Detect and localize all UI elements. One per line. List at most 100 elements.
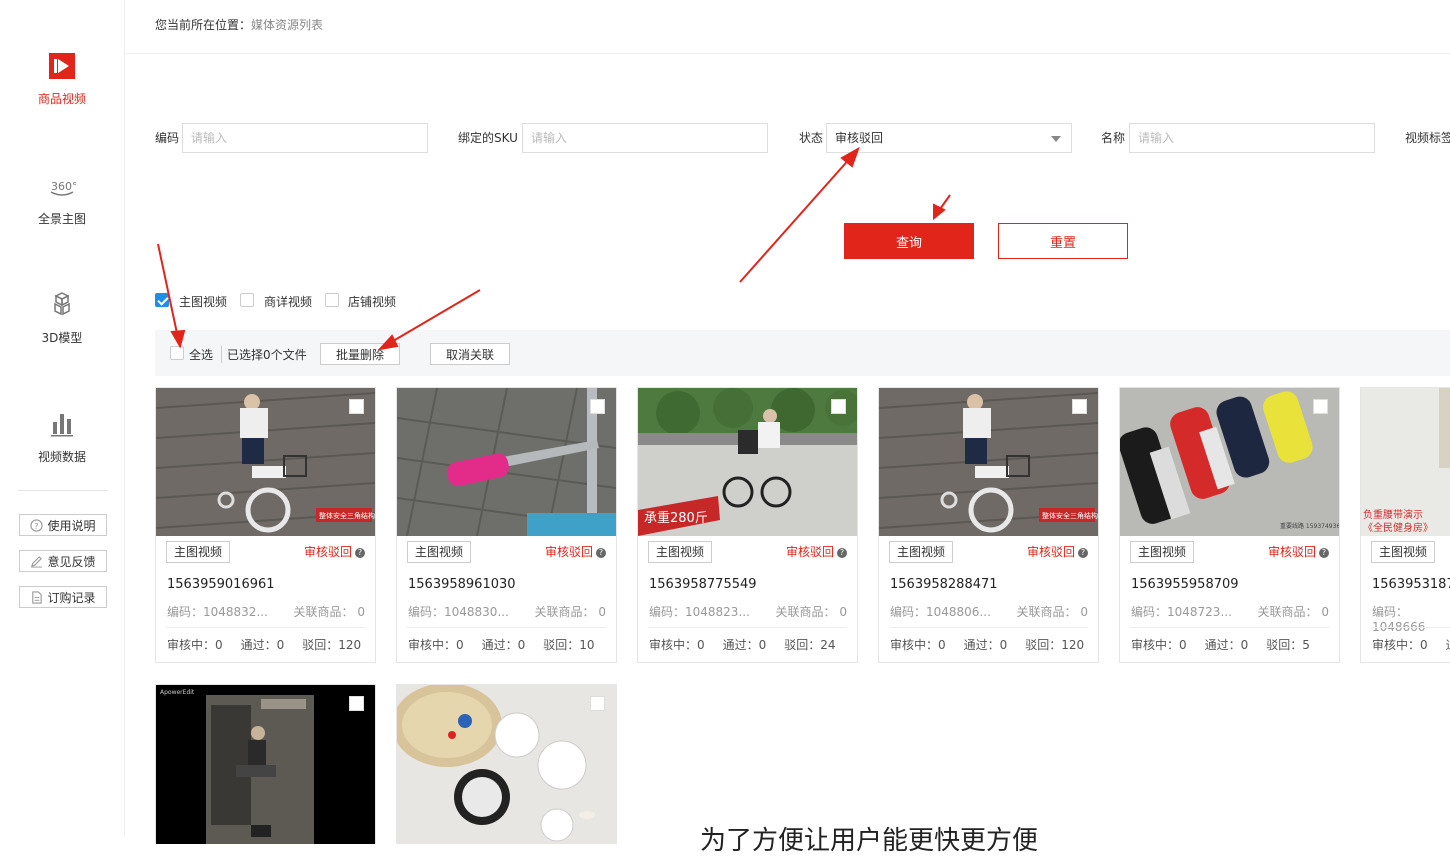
cubes-3d-icon bbox=[54, 292, 70, 316]
detail-video-label: 商详视频 bbox=[264, 295, 313, 309]
video-thumbnail[interactable]: ApowerEdit bbox=[156, 685, 375, 844]
status-filter-label: 状态 bbox=[799, 131, 824, 145]
related-products: 关联商品： 0 bbox=[534, 605, 606, 619]
video-card[interactable]: 重要线路 15937493697 主图视频 审核驳回? 156395595870… bbox=[1119, 387, 1340, 663]
sidebar-item-label: 全景主图 bbox=[37, 212, 86, 226]
order-records-button[interactable]: 订购记录 bbox=[19, 586, 107, 608]
video-id: 1563959016961 bbox=[167, 577, 275, 592]
select-all-label: 全选 bbox=[189, 348, 214, 362]
video-play-icon bbox=[49, 53, 75, 79]
video-thumbnail[interactable] bbox=[397, 685, 616, 844]
video-thumbnail[interactable]: 承重280斤 bbox=[638, 388, 857, 536]
code-filter-label: 编码 bbox=[155, 131, 180, 145]
video-code: 编码：1048666 bbox=[1372, 605, 1426, 634]
main-video-label: 主图视频 bbox=[179, 295, 228, 309]
sidebar-item-panorama[interactable]: 360° 全景主图 bbox=[0, 172, 124, 227]
review-stats: 审核中：0 通过 bbox=[1372, 638, 1450, 652]
bar-chart-icon bbox=[51, 414, 73, 437]
card-checkbox[interactable] bbox=[349, 696, 364, 711]
status-badge: 审核驳回? bbox=[1268, 543, 1329, 560]
related-products: 关联商品： 0 bbox=[775, 605, 847, 619]
overlay-caption: 为了方便让用户能更快更方便 bbox=[700, 826, 1039, 856]
help-icon[interactable]: ? bbox=[1078, 548, 1088, 558]
review-stats: 审核中：0 通过：0 驳回：5 bbox=[1131, 638, 1310, 652]
document-icon bbox=[32, 590, 43, 604]
video-id: 1563958775549 bbox=[649, 577, 757, 592]
video-code: 编码：1048806... bbox=[890, 605, 991, 619]
detail-video-checkbox[interactable] bbox=[240, 293, 254, 307]
video-card[interactable]: 承重280斤 主图视频 审核驳回? 1563958775549 编码：10488… bbox=[637, 387, 858, 663]
cancel-link-button[interactable]: 取消关联 bbox=[430, 343, 510, 365]
card-checkbox[interactable] bbox=[1072, 399, 1087, 414]
review-stats: 审核中：0 通过：0 驳回：24 bbox=[649, 638, 836, 652]
svg-text:整体安全三角结构: 整体安全三角结构 bbox=[1042, 511, 1098, 520]
name-filter-label: 名称 bbox=[1101, 131, 1126, 145]
status-badge: 审核驳回? bbox=[545, 543, 606, 560]
card-checkbox[interactable] bbox=[349, 399, 364, 414]
svg-text:整体安全三角结构: 整体安全三角结构 bbox=[319, 511, 375, 520]
sidebar-item-product-video[interactable]: 商品视频 bbox=[0, 52, 124, 107]
usage-guide-button[interactable]: ? 使用说明 bbox=[19, 514, 107, 536]
pencil-icon bbox=[31, 555, 43, 568]
video-id: 1563958288471 bbox=[890, 577, 998, 592]
name-input[interactable]: 请输入 bbox=[1129, 123, 1375, 153]
help-circle-icon: ? bbox=[30, 518, 44, 532]
select-all-checkbox[interactable] bbox=[170, 346, 184, 360]
video-card[interactable]: 主图视频 审核驳回? 1563958961030 编码：1048830... 关… bbox=[396, 387, 617, 663]
video-id: 15639531870 bbox=[1372, 577, 1450, 592]
reset-button[interactable]: 重置 bbox=[998, 223, 1128, 259]
svg-text:负重腰带演示: 负重腰带演示 bbox=[1363, 508, 1423, 521]
video-code: 编码：1048832... bbox=[167, 605, 268, 619]
sidebar-item-label: 商品视频 bbox=[37, 92, 86, 106]
svg-text:ApowerEdit: ApowerEdit bbox=[160, 689, 195, 696]
video-thumbnail[interactable] bbox=[397, 388, 616, 536]
header-divider bbox=[125, 53, 1450, 54]
related-products: 关联商品： 0 bbox=[293, 605, 365, 619]
tag-filter-label: 视频标签 bbox=[1405, 131, 1450, 145]
video-type-tag: 主图视频 bbox=[1371, 541, 1436, 563]
video-type-tag: 主图视频 bbox=[889, 541, 954, 563]
sidebar-item-3d-model[interactable]: 3D模型 bbox=[0, 291, 124, 346]
video-thumbnail[interactable]: 整体安全三角结构 bbox=[879, 388, 1098, 536]
card-checkbox[interactable] bbox=[590, 696, 605, 711]
status-badge: 审核驳回? bbox=[1027, 543, 1088, 560]
main-video-checkbox[interactable] bbox=[155, 293, 169, 307]
video-card[interactable]: 负重腰带演示 《全民健身房》 主图视频 15639531870 编码：10486… bbox=[1360, 387, 1450, 663]
video-card[interactable] bbox=[396, 684, 617, 844]
video-code: 编码：1048823... bbox=[649, 605, 750, 619]
video-card[interactable]: ApowerEdit bbox=[155, 684, 376, 844]
video-thumbnail[interactable]: 整体安全三角结构 bbox=[156, 388, 375, 536]
help-icon[interactable]: ? bbox=[837, 548, 847, 558]
breadcrumb: 您当前所在位置：媒体资源列表 bbox=[155, 18, 324, 32]
svg-text:360°: 360° bbox=[51, 180, 76, 193]
code-input[interactable]: 请输入 bbox=[182, 123, 428, 153]
review-stats: 审核中：0 通过：0 驳回：120 bbox=[890, 638, 1085, 652]
status-select[interactable]: 审核驳回 bbox=[826, 123, 1072, 153]
card-checkbox[interactable] bbox=[1313, 399, 1328, 414]
shop-video-checkbox[interactable] bbox=[325, 293, 339, 307]
help-icon[interactable]: ? bbox=[596, 548, 606, 558]
video-card[interactable]: 整体安全三角结构 主图视频 审核驳回? 1563958288471 编码：104… bbox=[878, 387, 1099, 663]
video-id: 1563955958709 bbox=[1131, 577, 1239, 592]
video-card[interactable]: 整体安全三角结构 主图视频 审核驳回? 1563959016961 编码：104… bbox=[155, 387, 376, 663]
video-type-tag: 主图视频 bbox=[407, 541, 472, 563]
sidebar-item-video-data[interactable]: 视频数据 bbox=[0, 410, 124, 465]
video-type-tag: 主图视频 bbox=[166, 541, 231, 563]
sidebar-divider bbox=[18, 490, 108, 491]
sidebar-item-label: 视频数据 bbox=[37, 450, 86, 464]
video-thumbnail[interactable]: 重要线路 15937493697 bbox=[1120, 388, 1339, 536]
svg-text:?: ? bbox=[35, 520, 39, 530]
batch-delete-button[interactable]: 批量删除 bbox=[320, 343, 400, 365]
sku-input[interactable]: 请输入 bbox=[522, 123, 768, 153]
feedback-button[interactable]: 意见反馈 bbox=[19, 550, 107, 572]
sku-filter-label: 绑定的SKU bbox=[458, 131, 518, 145]
card-checkbox[interactable] bbox=[590, 399, 605, 414]
help-icon[interactable]: ? bbox=[355, 548, 365, 558]
card-checkbox[interactable] bbox=[831, 399, 846, 414]
query-button[interactable]: 查询 bbox=[844, 223, 974, 259]
video-thumbnail[interactable]: 负重腰带演示 《全民健身房》 bbox=[1361, 388, 1450, 536]
chevron-down-icon bbox=[1051, 136, 1061, 142]
status-badge: 审核驳回? bbox=[786, 543, 847, 560]
status-badge: 审核驳回? bbox=[304, 543, 365, 560]
help-icon[interactable]: ? bbox=[1319, 548, 1329, 558]
